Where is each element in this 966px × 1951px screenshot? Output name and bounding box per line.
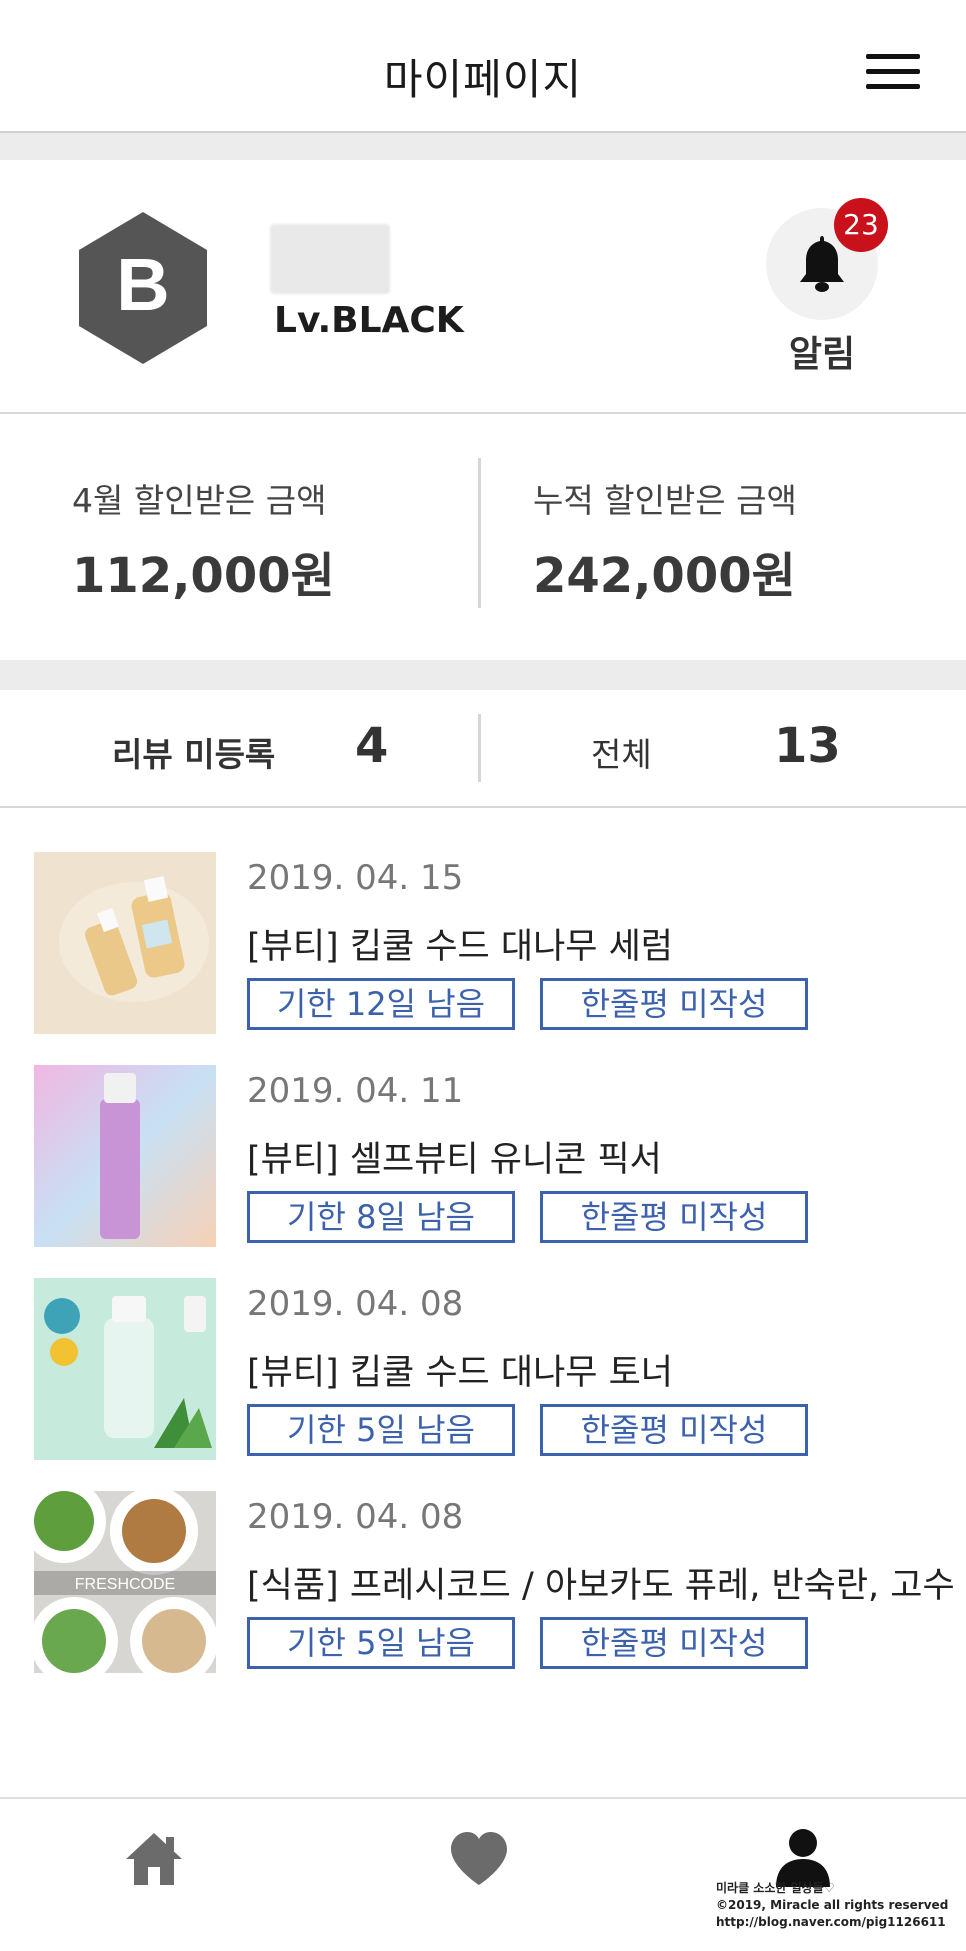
watermark-line-1: 미라클 소소한 일상들♡: [716, 1881, 835, 1895]
nav-home[interactable]: [124, 1829, 184, 1893]
review-tabs: 리뷰 미등록 4 전체 13: [0, 690, 966, 808]
product-thumbnail: [34, 852, 216, 1034]
watermark: 미라클 소소한 일상들♡ ©2019, Miracle all rights r…: [716, 1880, 966, 1931]
tab-review-pending-count: 4: [355, 718, 389, 774]
order-date: 2019. 04. 08: [247, 1497, 464, 1537]
product-thumbnail: FRESHCODE: [34, 1491, 216, 1673]
order-list: 2019. 04. 15 [뷰티] 킵쿨 수드 대나무 세럼 기한 12일 남음…: [0, 808, 966, 1798]
list-item[interactable]: FRESHCODE 2019. 04. 08 [식품] 프레시코드 / 아보카도…: [0, 1447, 966, 1673]
member-level: Lv.BLACK: [274, 300, 464, 341]
notification-label: 알림: [788, 334, 856, 375]
order-date: 2019. 04. 08: [247, 1284, 464, 1324]
profile-section: B Lv.BLACK 23 알림: [0, 160, 966, 414]
monthly-savings-value: 112,000원: [72, 548, 335, 604]
hamburger-menu-icon[interactable]: [866, 52, 924, 92]
total-savings-value: 242,000원: [533, 548, 796, 604]
badge-letter: B: [116, 243, 169, 326]
tab-all[interactable]: 전체 13: [481, 690, 966, 806]
list-item[interactable]: 2019. 04. 11 [뷰티] 셀프뷰티 유니콘 픽서 기한 8일 남음 한…: [0, 1021, 966, 1247]
tab-review-pending[interactable]: 리뷰 미등록 4: [0, 690, 478, 806]
section-separator: [0, 660, 966, 690]
product-thumbnail: [34, 1278, 216, 1460]
page-title: 마이페이지: [383, 55, 583, 104]
savings-divider: [478, 458, 481, 608]
tab-all-count: 13: [774, 718, 841, 774]
watermark-line-3: http://blog.naver.com/pig1126611: [716, 1915, 946, 1929]
product-thumbnail: [34, 1065, 216, 1247]
home-icon: [126, 1833, 182, 1885]
watermark-line-2: ©2019, Miracle all rights reserved: [716, 1898, 949, 1912]
product-title: [뷰티] 셀프뷰티 유니콘 픽서: [247, 1140, 662, 1180]
notification-count-badge: 23: [834, 198, 888, 252]
total-savings-label: 누적 할인받은 금액: [533, 481, 797, 520]
deadline-button[interactable]: 기한 5일 남음: [247, 1617, 515, 1669]
product-title: [뷰티] 킵쿨 수드 대나무 토너: [247, 1353, 674, 1393]
level-badge-icon: B: [79, 212, 207, 364]
thumbnail-brand-text: FRESHCODE: [75, 1576, 175, 1593]
user-name-blurred: [270, 224, 390, 294]
product-title: [식품] 프레시코드 / 아보카도 퓨레, 반숙란, 고수 샐러드: [247, 1566, 966, 1606]
write-review-button[interactable]: 한줄평 미작성: [540, 1617, 808, 1669]
list-item[interactable]: 2019. 04. 15 [뷰티] 킵쿨 수드 대나무 세럼 기한 12일 남음…: [0, 808, 966, 1034]
order-date: 2019. 04. 11: [247, 1071, 464, 1111]
app-header: 마이페이지: [0, 0, 966, 133]
order-date: 2019. 04. 15: [247, 858, 464, 898]
savings-summary: 4월 할인받은 금액 112,000원 누적 할인받은 금액 242,000원: [0, 414, 966, 660]
heart-icon: [451, 1832, 507, 1885]
tab-review-pending-label: 리뷰 미등록: [112, 735, 276, 774]
nav-wishlist[interactable]: [448, 1829, 510, 1893]
tab-all-label: 전체: [591, 735, 652, 774]
section-separator: [0, 133, 966, 160]
product-title: [뷰티] 킵쿨 수드 대나무 세럼: [247, 927, 674, 967]
monthly-savings-label: 4월 할인받은 금액: [72, 481, 327, 520]
list-item[interactable]: 2019. 04. 08 [뷰티] 킵쿨 수드 대나무 토너 기한 5일 남음 …: [0, 1234, 966, 1460]
